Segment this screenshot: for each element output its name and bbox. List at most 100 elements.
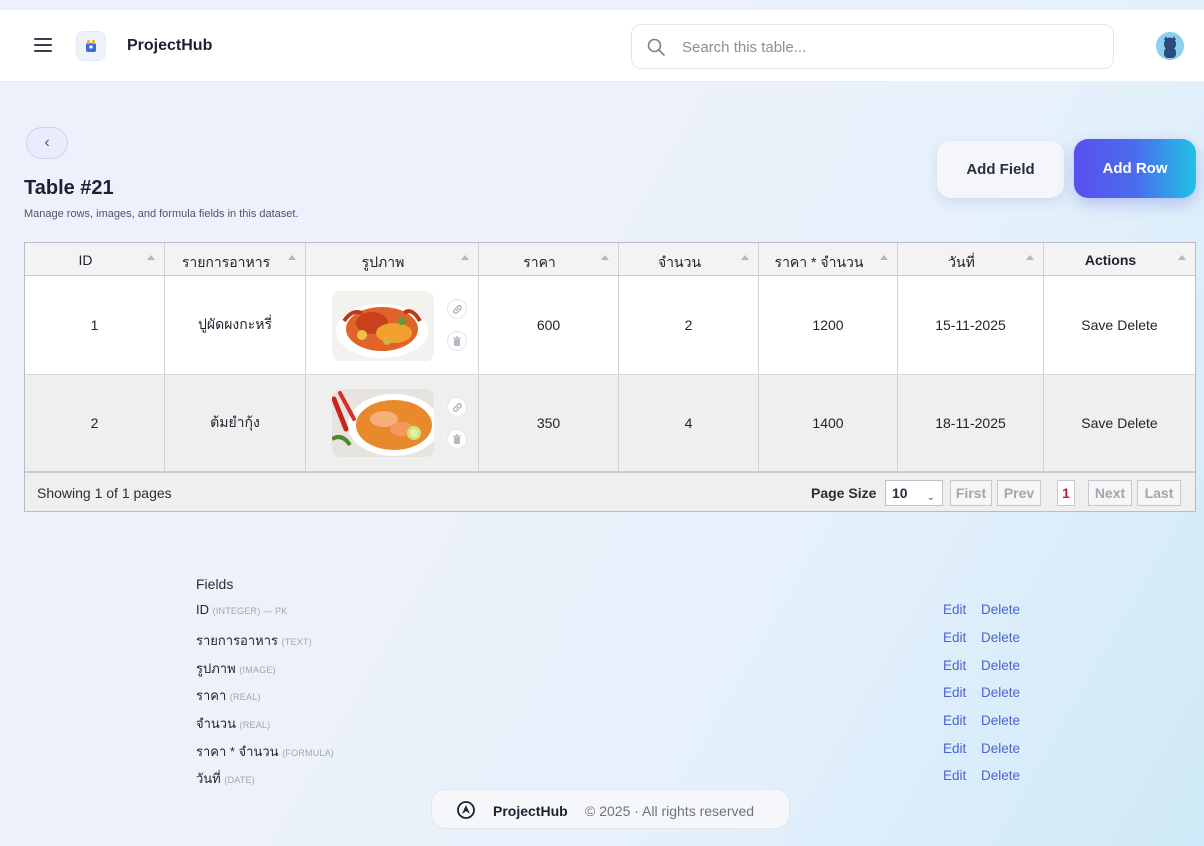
trash-icon[interactable] xyxy=(447,331,467,351)
sort-icon xyxy=(1026,255,1034,260)
field-delete-link[interactable]: Delete xyxy=(981,602,1020,617)
cell-image xyxy=(306,276,479,374)
cell-total: 1200 xyxy=(759,276,898,374)
add-field-button[interactable]: Add Field xyxy=(937,141,1064,198)
table-row: 2 ต้มยำกุ้ง 350 4 1400 18-11-2025 Save D… xyxy=(25,374,1195,472)
field-edit-link[interactable]: Edit xyxy=(943,685,966,700)
cell-name[interactable]: ต้มยำกุ้ง xyxy=(165,375,306,471)
field-row: จำนวน (REAL) Edit Delete xyxy=(0,713,1204,740)
page-count-text: Showing 1 of 1 pages xyxy=(37,485,172,501)
sort-icon xyxy=(601,255,609,260)
menu-icon[interactable] xyxy=(34,38,52,52)
cell-price[interactable]: 350 xyxy=(479,375,619,471)
field-edit-link[interactable]: Edit xyxy=(943,741,966,756)
sort-icon xyxy=(1178,255,1186,260)
food-image-crab[interactable] xyxy=(332,291,434,361)
cell-total: 1400 xyxy=(759,375,898,471)
page-footer: ProjectHub © 2025 · All rights reserved xyxy=(431,789,790,829)
top-bar: ProjectHub xyxy=(0,10,1204,82)
field-row: รายการอาหาร (TEXT) Edit Delete xyxy=(0,630,1204,657)
delete-row-button[interactable]: Delete xyxy=(1117,317,1157,333)
field-name: วันที่ (DATE) xyxy=(196,771,255,786)
field-name: จำนวน (REAL) xyxy=(196,716,271,731)
delete-row-button[interactable]: Delete xyxy=(1117,415,1157,431)
save-row-button[interactable]: Save xyxy=(1081,415,1113,431)
field-row: ID (INTEGER) — PK Edit Delete xyxy=(0,602,1204,629)
field-name: ID (INTEGER) — PK xyxy=(196,602,288,617)
cell-name[interactable]: ปูผัดผงกะหรี่ xyxy=(165,276,306,374)
table-row: 1 ปูผัดผงกะหรี่ 600 2 1200 15-11-2025 Sa… xyxy=(25,276,1195,374)
column-header-actions[interactable]: Actions xyxy=(1044,243,1195,276)
footer-copyright: © 2025 · All rights reserved xyxy=(585,803,755,819)
column-header-price[interactable]: ราคา xyxy=(479,243,619,276)
avatar[interactable] xyxy=(1156,32,1184,60)
column-header-date[interactable]: วันที่ xyxy=(898,243,1044,276)
field-name: ราคา * จำนวน (FORMULA) xyxy=(196,744,334,759)
field-edit-link[interactable]: Edit xyxy=(943,658,966,673)
sort-icon xyxy=(288,255,296,260)
data-table: ID รายการอาหาร รูปภาพ ราคา จำนวน ราคา * … xyxy=(24,242,1196,512)
sort-icon xyxy=(741,255,749,260)
next-page-button[interactable]: Next xyxy=(1088,480,1132,506)
prev-page-button[interactable]: Prev xyxy=(997,480,1041,506)
cell-id[interactable]: 2 xyxy=(25,375,165,471)
sort-icon xyxy=(461,255,469,260)
cell-actions: Save Delete xyxy=(1044,276,1195,374)
field-row: รูปภาพ (IMAGE) Edit Delete xyxy=(0,658,1204,685)
back-button[interactable]: ‹ xyxy=(26,127,68,159)
cell-id[interactable]: 1 xyxy=(25,276,165,374)
field-name: ราคา (REAL) xyxy=(196,688,261,703)
page-size-select[interactable]: 10 ⌄ xyxy=(885,480,943,506)
last-page-button[interactable]: Last xyxy=(1137,480,1181,506)
field-row: ราคา * จำนวน (FORMULA) Edit Delete xyxy=(0,741,1204,768)
page-subtitle: Manage rows, images, and formula fields … xyxy=(24,208,299,220)
fields-heading: Fields xyxy=(196,576,234,592)
table-header: ID รายการอาหาร รูปภาพ ราคา จำนวน ราคา * … xyxy=(25,243,1195,276)
first-page-button[interactable]: First xyxy=(950,480,992,506)
footer-logo-icon xyxy=(457,801,475,819)
page-size-label: Page Size xyxy=(811,485,877,501)
field-delete-link[interactable]: Delete xyxy=(981,741,1020,756)
sort-icon xyxy=(880,255,888,260)
cell-price[interactable]: 600 xyxy=(479,276,619,374)
cell-actions: Save Delete xyxy=(1044,375,1195,471)
field-row: ราคา (REAL) Edit Delete xyxy=(0,685,1204,712)
column-header-image[interactable]: รูปภาพ xyxy=(306,243,479,276)
chevron-down-icon: ⌄ xyxy=(926,492,935,503)
page-title: Table #21 xyxy=(24,177,114,199)
field-edit-link[interactable]: Edit xyxy=(943,630,966,645)
cell-date[interactable]: 18-11-2025 xyxy=(898,375,1044,471)
column-header-qty[interactable]: จำนวน xyxy=(619,243,759,276)
search-input[interactable] xyxy=(682,35,1092,59)
column-header-id[interactable]: ID xyxy=(25,243,165,276)
field-delete-link[interactable]: Delete xyxy=(981,685,1020,700)
field-delete-link[interactable]: Delete xyxy=(981,768,1020,783)
field-edit-link[interactable]: Edit xyxy=(943,602,966,617)
search-box[interactable] xyxy=(631,24,1114,69)
field-delete-link[interactable]: Delete xyxy=(981,713,1020,728)
field-edit-link[interactable]: Edit xyxy=(943,768,966,783)
food-image-tomyum[interactable] xyxy=(332,389,434,457)
search-icon xyxy=(647,38,665,56)
field-delete-link[interactable]: Delete xyxy=(981,630,1020,645)
column-header-total[interactable]: ราคา * จำนวน xyxy=(759,243,898,276)
logo-icon xyxy=(76,31,106,61)
brand-name[interactable]: ProjectHub xyxy=(127,37,212,55)
column-header-name[interactable]: รายการอาหาร xyxy=(165,243,306,276)
field-name: รายการอาหาร (TEXT) xyxy=(196,633,312,648)
field-edit-link[interactable]: Edit xyxy=(943,713,966,728)
field-name: รูปภาพ (IMAGE) xyxy=(196,661,276,676)
sort-icon xyxy=(147,255,155,260)
link-icon[interactable] xyxy=(447,299,467,319)
field-delete-link[interactable]: Delete xyxy=(981,658,1020,673)
table-pagination: Showing 1 of 1 pages Page Size 10 ⌄ Firs… xyxy=(25,472,1195,511)
cell-date[interactable]: 15-11-2025 xyxy=(898,276,1044,374)
link-icon[interactable] xyxy=(447,397,467,417)
trash-icon[interactable] xyxy=(447,429,467,449)
save-row-button[interactable]: Save xyxy=(1081,317,1113,333)
add-row-button[interactable]: Add Row xyxy=(1074,139,1196,198)
cell-image xyxy=(306,375,479,471)
cell-qty[interactable]: 2 xyxy=(619,276,759,374)
cell-qty[interactable]: 4 xyxy=(619,375,759,471)
current-page-button[interactable]: 1 xyxy=(1057,480,1075,506)
